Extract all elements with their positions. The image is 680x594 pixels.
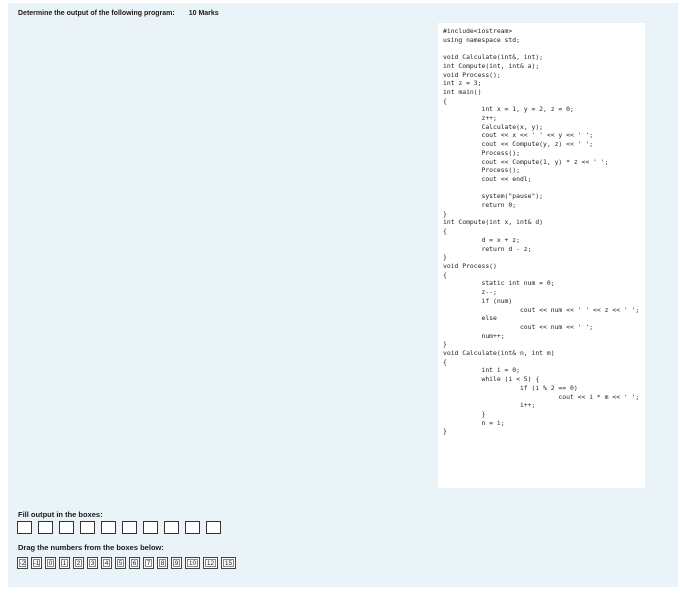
code-line: z--; — [443, 288, 497, 297]
answer-box-6[interactable] — [122, 521, 137, 534]
code-line: Process(); — [443, 166, 520, 175]
number-chip[interactable]: 5 — [115, 557, 126, 569]
code-line: cout << endl; — [443, 174, 532, 183]
code-line: int x = 1, y = 2, z = 0; — [443, 105, 574, 114]
code-line: if (i % 2 == 0) — [443, 383, 578, 392]
question-marks: 10 Marks — [188, 10, 219, 17]
code-line: int Compute(int x, int& d) — [443, 218, 544, 227]
code-line: num++; — [443, 331, 505, 340]
number-chip[interactable]: 3 — [87, 557, 98, 569]
drag-label: Drag the numbers from the boxes below: — [18, 543, 164, 552]
code-line: void Calculate(int&, int); — [443, 53, 544, 62]
code-line: void Process() — [443, 261, 497, 270]
code-line: int i = 0; — [443, 366, 520, 375]
answer-box-7[interactable] — [143, 521, 158, 534]
code-line: Process(); — [443, 148, 520, 157]
code-line: cout << x << ' ' << y << ' '; — [443, 131, 594, 140]
code-line: } — [443, 427, 447, 436]
code-line: n = i; — [443, 418, 505, 427]
question-prompt: Determine the output of the following pr… — [18, 10, 175, 17]
number-chip[interactable]: 0 — [45, 557, 56, 569]
code-line: void Calculate(int& n, int m) — [443, 349, 555, 358]
number-chip[interactable]: -2 — [17, 557, 28, 569]
code-line: if (num) — [443, 296, 513, 305]
code-line: cout << Compute(1, y) * z << ' '; — [443, 157, 609, 166]
question-header: Determine the output of the following pr… — [18, 10, 219, 17]
code-line: { — [443, 270, 447, 279]
code-line: return 0; — [443, 201, 517, 210]
code-line: } — [443, 253, 447, 262]
number-chip[interactable]: 1 — [59, 557, 70, 569]
number-chip[interactable]: 8 — [157, 557, 168, 569]
code-line: void Process(); — [443, 70, 501, 79]
code-line: { — [443, 357, 447, 366]
code-line: cout << num << ' '; — [443, 322, 594, 331]
code-line: return d - z; — [443, 244, 532, 253]
number-chips: -2 -1 0 1 2 3 4 5 6 7 8 9 10 12 15 — [17, 557, 236, 569]
number-chip[interactable]: 12 — [203, 557, 218, 569]
answer-box-5[interactable] — [101, 521, 116, 534]
number-chip[interactable]: 10 — [185, 557, 200, 569]
number-chip[interactable]: 7 — [143, 557, 154, 569]
answer-box-2[interactable] — [38, 521, 53, 534]
code-snippet: #include<iostream> using namespace std; … — [438, 23, 645, 488]
answer-box-10[interactable] — [206, 521, 221, 534]
code-line: } — [443, 340, 447, 349]
answer-box-3[interactable] — [59, 521, 74, 534]
answer-box-9[interactable] — [185, 521, 200, 534]
number-chip[interactable]: 4 — [101, 557, 112, 569]
answer-box-1[interactable] — [17, 521, 32, 534]
answer-drop-zones — [17, 521, 221, 534]
code-line: cout << i * m << ' '; — [443, 392, 640, 401]
code-line: { — [443, 227, 447, 236]
code-line: int z = 3; — [443, 79, 482, 88]
code-line: #include<iostream> — [443, 27, 513, 35]
number-chip[interactable]: 6 — [129, 557, 140, 569]
code-line: int Compute(int, int& a); — [443, 61, 540, 70]
number-chip[interactable]: 15 — [221, 557, 236, 569]
code-line: else — [443, 314, 497, 323]
code-line: cout << Compute(y, z) << ' '; — [443, 140, 594, 149]
code-line: { — [443, 96, 447, 105]
code-line: system("pause"); — [443, 192, 544, 201]
number-chip[interactable]: 2 — [73, 557, 84, 569]
code-line: Calculate(x, y); — [443, 122, 544, 131]
answer-box-8[interactable] — [164, 521, 179, 534]
code-line: using namespace std; — [443, 35, 520, 44]
code-line: int main() — [443, 87, 482, 96]
code-line: d = x + z; — [443, 235, 520, 244]
number-chip[interactable]: 9 — [171, 557, 182, 569]
code-line: i++; — [443, 401, 536, 410]
code-line: } — [443, 209, 447, 218]
code-line: } — [443, 409, 486, 418]
fill-label: Fill output in the boxes: — [18, 510, 103, 519]
code-line: z++; — [443, 114, 497, 123]
code-text: #include<iostream> using namespace std; … — [438, 23, 645, 436]
code-line: cout << num << ' ' << z << ' '; — [443, 305, 640, 314]
number-chip[interactable]: -1 — [31, 557, 42, 569]
code-line: while (i < 5) { — [443, 375, 540, 384]
answer-box-4[interactable] — [80, 521, 95, 534]
code-line: static int num = 0; — [443, 279, 555, 288]
